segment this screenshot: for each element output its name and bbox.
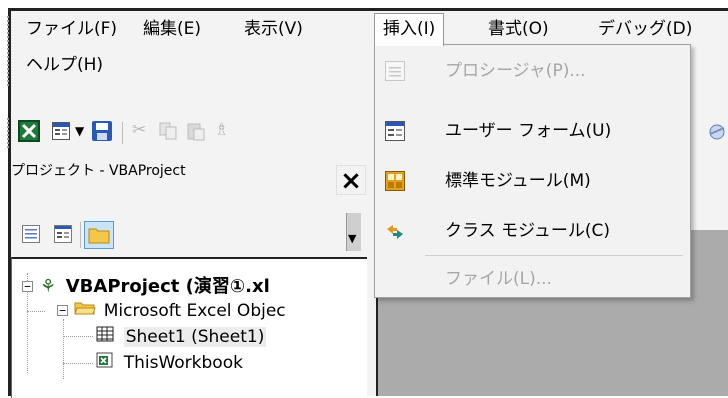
menu-item-file[interactable]: ファイル(L)... xyxy=(375,259,690,299)
insert-userform-icon[interactable] xyxy=(52,122,70,140)
view-code-icon[interactable] xyxy=(22,225,40,243)
save-icon[interactable] xyxy=(92,121,112,141)
overflow-arrow-icon[interactable]: ▼ xyxy=(348,232,356,245)
menu-item-class-module[interactable]: クラス モジュール(C) xyxy=(375,211,690,251)
menu-edit[interactable]: 編集(E) xyxy=(135,14,209,44)
menubar-grip[interactable] xyxy=(7,16,9,86)
worksheet-icon xyxy=(96,325,118,349)
collapse-folder-toggle[interactable]: − xyxy=(57,305,68,316)
toggle-folders-icon[interactable] xyxy=(84,221,114,249)
menu-insert[interactable]: 挿入(I) xyxy=(374,13,445,46)
collapse-root-toggle[interactable]: − xyxy=(22,281,33,292)
menu-separator xyxy=(425,255,683,256)
find-icon[interactable]: ♗ xyxy=(214,120,229,140)
insert-menu-dropdown: プロシージャ(P)... ユーザー フォーム(U) 標準モジュール(M) クラス… xyxy=(374,44,691,298)
project-tree: − ⚘ VBAProject (演習①.xl − Microsoft Excel… xyxy=(11,257,367,398)
tree-item-excel-objects[interactable]: Microsoft Excel Objec xyxy=(74,299,286,323)
cut-icon[interactable]: ✂ xyxy=(132,120,146,140)
excel-view-icon[interactable] xyxy=(18,120,40,142)
tree-item-thisworkbook[interactable]: ThisWorkbook xyxy=(96,351,243,375)
dropdown-arrow-icon[interactable]: ▼ xyxy=(75,124,84,138)
paste-icon[interactable] xyxy=(186,121,206,141)
procedure-icon xyxy=(385,61,405,81)
menu-debug[interactable]: デバッグ(D) xyxy=(590,14,700,44)
view-object-icon[interactable] xyxy=(54,225,72,243)
help-icon[interactable] xyxy=(706,122,728,142)
project-explorer-title: プロジェクト - VBAProject xyxy=(11,163,186,179)
class-module-icon xyxy=(385,221,405,241)
vbaproject-icon: ⚘ xyxy=(40,276,57,297)
close-project-explorer-button[interactable]: × xyxy=(336,165,366,196)
folder-open-icon xyxy=(74,299,98,323)
menu-item-userform[interactable]: ユーザー フォーム(U) xyxy=(375,111,690,151)
menu-item-procedure[interactable]: プロシージャ(P)... xyxy=(375,51,690,91)
menu-help[interactable]: ヘルプ(H) xyxy=(18,50,111,80)
workbook-icon xyxy=(96,351,118,375)
menu-view[interactable]: 表示(V) xyxy=(236,14,311,44)
copy-icon[interactable] xyxy=(158,121,178,141)
standard-module-icon xyxy=(385,171,405,191)
menu-item-standard-module[interactable]: 標準モジュール(M) xyxy=(375,161,690,201)
toolbar-grip[interactable] xyxy=(7,118,9,148)
userform-icon xyxy=(385,121,405,141)
menu-file[interactable]: ファイル(F) xyxy=(18,14,125,44)
menu-format[interactable]: 書式(O) xyxy=(480,14,557,44)
tree-item-sheet1[interactable]: Sheet1 (Sheet1) xyxy=(96,325,267,349)
tree-item-vbaproject[interactable]: ⚘ VBAProject (演習①.xl xyxy=(40,275,270,299)
